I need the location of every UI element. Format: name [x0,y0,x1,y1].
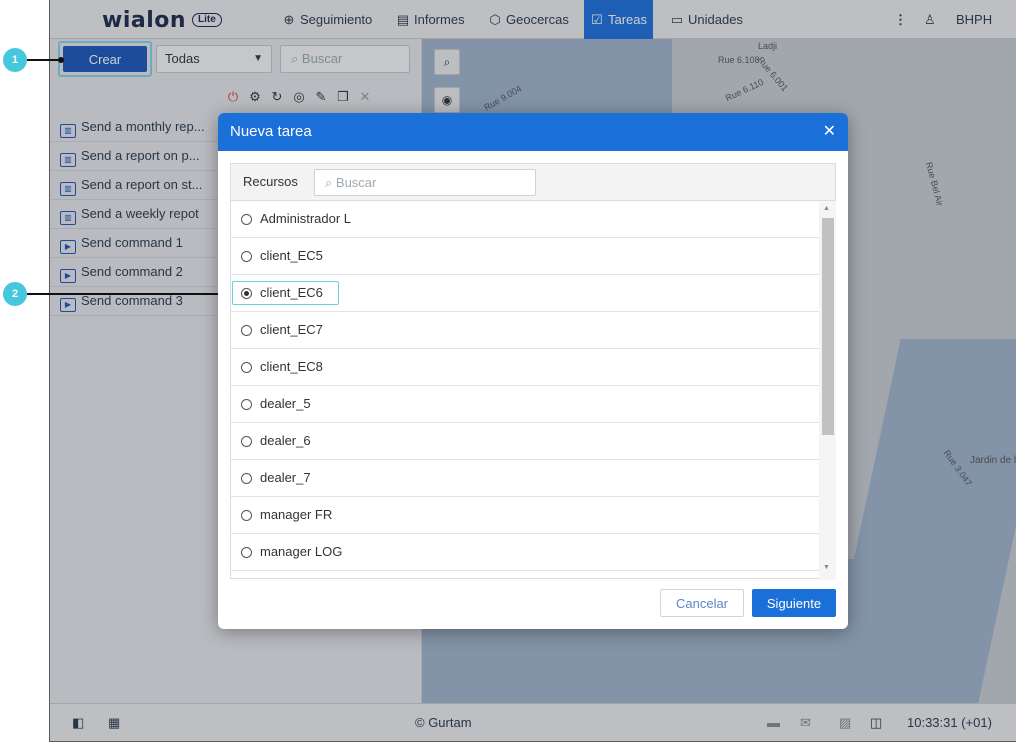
resource-row[interactable]: Administrador L [231,201,819,238]
scrollbar-thumb[interactable] [822,218,834,435]
resource-name: manager FR [260,507,333,522]
resource-scrollbar[interactable]: ▲ ▼ [819,201,836,580]
scroll-up-icon[interactable]: ▲ [823,205,830,212]
resource-row[interactable]: manager LOG [231,534,819,571]
callout-dot [58,57,64,63]
resource-row[interactable]: client_EC7 [231,312,819,349]
next-button[interactable]: Siguiente [752,589,836,617]
radio-button[interactable] [241,251,252,262]
radio-button[interactable] [241,473,252,484]
search-placeholder: Buscar [335,175,377,190]
resource-list: Administrador L client_EC5 client_EC6 cl… [231,201,819,580]
search-icon: ⌕ [325,175,333,190]
callout-badge-2: 2 [3,282,27,306]
radio-button-checked[interactable] [241,288,252,299]
resource-name: dealer_7 [260,470,311,485]
radio-button[interactable] [241,547,252,558]
resource-name: client_EC6 [260,285,323,300]
resources-header: Recursos ⌕ Buscar [231,164,835,201]
radio-button[interactable] [241,399,252,410]
resources-panel: Recursos ⌕ Buscar Administrador L client… [230,163,836,580]
resource-row[interactable]: manager FR [231,497,819,534]
resource-row[interactable]: dealer_7 [231,460,819,497]
resource-search-input[interactable]: ⌕ Buscar [314,169,536,196]
close-icon[interactable]: ✕ [823,113,836,151]
resources-label: Recursos [243,174,298,189]
cancel-button[interactable]: Cancelar [660,589,744,617]
resource-name: dealer_5 [260,396,311,411]
radio-button[interactable] [241,510,252,521]
callout-leader [27,59,61,61]
resource-row[interactable]: dealer_5 [231,386,819,423]
dialog-header: Nueva tarea ✕ [218,113,848,151]
resource-name: manager LOG [260,544,343,559]
new-task-dialog: Nueva tarea ✕ Recursos ⌕ Buscar Administ… [218,113,848,629]
resource-name: Administrador L [260,211,352,226]
dialog-title: Nueva tarea [230,123,312,140]
resource-row[interactable]: client_EC8 [231,349,819,386]
callout-badge-1: 1 [3,48,27,72]
radio-button[interactable] [241,436,252,447]
callout-leader [27,293,235,295]
resource-name: client_EC8 [260,359,323,374]
resource-row-selected[interactable]: client_EC6 [231,275,819,312]
scroll-down-icon[interactable]: ▼ [823,564,830,571]
resource-name: dealer_6 [260,433,311,448]
radio-button[interactable] [241,325,252,336]
resource-row[interactable]: dealer_6 [231,423,819,460]
radio-button[interactable] [241,362,252,373]
radio-button[interactable] [241,214,252,225]
resource-row[interactable]: client_EC5 [231,238,819,275]
resource-name: client_EC5 [260,248,323,263]
resource-name: client_EC7 [260,322,323,337]
